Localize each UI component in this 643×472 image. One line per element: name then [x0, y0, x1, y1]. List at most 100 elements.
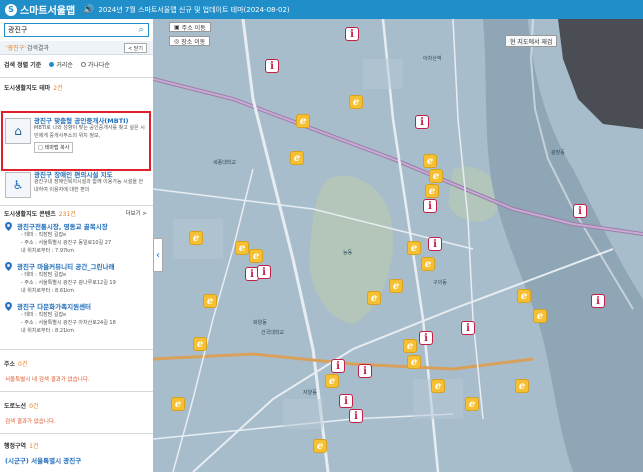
location-pin-icon — [5, 302, 12, 311]
edu-marker[interactable]: e — [431, 379, 445, 393]
edu-marker[interactable]: e — [407, 241, 421, 255]
map-label: 화양동 — [253, 320, 267, 326]
panel-toggle-button[interactable]: ‹ — [153, 238, 163, 272]
content-theme: - 테마 : 직장맘 길잡e — [21, 312, 67, 318]
info-marker[interactable]: i — [345, 27, 359, 41]
edu-marker[interactable]: e — [465, 397, 479, 411]
location-pin-icon — [5, 222, 12, 231]
info-marker[interactable]: i — [415, 115, 429, 129]
edu-marker[interactable]: e — [203, 294, 217, 308]
divider — [0, 205, 153, 206]
edu-marker[interactable]: e — [403, 339, 417, 353]
content-address: - 주소 : 서울특별시 광진구 광나루로12길 19 — [21, 280, 116, 286]
top-bar: S 스마트서울맵 🔊 2024년 7월 스마트서울맵 신규 및 업데이트 테마(… — [0, 0, 643, 19]
divider — [0, 349, 153, 350]
edu-marker[interactable]: e — [193, 337, 207, 351]
theme-description: 광진구내 장애인복지시설과 함께 이용가능 시설을 안내하여 이용자에 대한 편… — [34, 179, 144, 193]
edu-marker[interactable]: e — [421, 257, 435, 271]
notice-text[interactable]: 2024년 7월 스마트서울맵 신규 및 업데이트 테마(2024-08-02) — [98, 5, 289, 15]
map-label: 구의동 — [433, 280, 447, 286]
edu-marker[interactable]: e — [367, 291, 381, 305]
admin-section-label: 행정구역 — [4, 443, 27, 450]
edu-marker[interactable]: e — [349, 95, 363, 109]
road-section-title: 도로노선 0건 — [4, 401, 38, 410]
map-canvas[interactable]: ▣ 주소 이동 ◎ 장소 이동 아차산역 광장동 자양동 구의동 능동 화양동 … — [153, 19, 643, 472]
edu-marker[interactable]: e — [296, 114, 310, 128]
place-move-button[interactable]: ◎ 장소 이동 — [169, 36, 211, 46]
current-map-search-button[interactable]: 현 지도에서 재검 — [505, 35, 558, 47]
speaker-icon: 🔊 — [83, 4, 95, 15]
info-marker[interactable]: i — [573, 204, 587, 218]
info-marker[interactable]: i — [331, 359, 345, 373]
map-label: 세종대학교 — [213, 160, 237, 166]
content-title[interactable]: 광진구 다문화가족지원센터 — [17, 301, 91, 311]
theme-item[interactable]: ♿ 광진구 장애인 편의시설 지도 광진구내 장애인복지시설과 함께 이용가능 … — [5, 169, 150, 203]
content-address: - 주소 : 서울특별시 광진구 아차산로24길 18 — [21, 320, 116, 326]
address-move-button[interactable]: ▣ 주소 이동 — [169, 22, 211, 32]
list-item[interactable]: 광진구전통시장, 영동교 골목시장 - 테마 : 직장맘 길잡e - 주소 : … — [5, 221, 150, 261]
theme-description: MBTI로 나와 성향이 맞는 공인중개사를 찾고 싶은 시민에게 중개사무소의… — [34, 125, 145, 139]
edu-marker[interactable]: e — [171, 397, 185, 411]
edu-marker[interactable]: e — [389, 279, 403, 293]
road-empty-message: 검색 결과가 없습니다. — [5, 419, 56, 425]
content-title[interactable]: 광진구전통시장, 영동교 골목시장 — [17, 221, 108, 231]
list-item[interactable]: 광진구 다문화가족지원센터 - 테마 : 직장맘 길잡e - 주소 : 서울특별… — [5, 301, 150, 341]
admin-section-count: 1건 — [29, 443, 39, 450]
sort-label: 검색 정렬 기준 — [4, 62, 42, 69]
chevron-left-icon: ‹ — [156, 249, 160, 261]
list-item[interactable]: 광진구 마을커뮤니티 공간_그린나래 - 테마 : 직장맘 길잡e - 주소 :… — [5, 261, 150, 301]
info-marker[interactable]: i — [339, 394, 353, 408]
info-marker[interactable]: i — [423, 199, 437, 213]
edu-marker[interactable]: e — [325, 374, 339, 388]
map-base — [153, 19, 643, 472]
map-label: 능동 — [343, 250, 353, 256]
search-icon[interactable]: ⌕ — [134, 24, 148, 36]
info-marker[interactable]: i — [257, 265, 271, 279]
content-section-label: 도시생활지도 콘텐츠 — [4, 211, 56, 218]
info-marker[interactable]: i — [419, 331, 433, 345]
app-title: 스마트서울맵 — [20, 6, 76, 17]
info-marker[interactable]: i — [358, 364, 372, 378]
edu-marker[interactable]: e — [515, 379, 529, 393]
sort-distance-label: 거리순 — [56, 62, 73, 69]
app-logo[interactable]: S 스마트서울맵 — [0, 2, 75, 17]
theme-item[interactable]: ⌂ 광진구 맞춤형 공인중개사(MBTI) MBTI로 나와 성향이 맞는 공인… — [5, 115, 150, 169]
info-marker[interactable]: i — [428, 237, 442, 251]
edu-marker[interactable]: e — [189, 231, 203, 245]
collapse-button[interactable]: < 닫기 — [124, 43, 147, 53]
theme-section-title: 도시생활지도 테마 2건 — [4, 83, 63, 92]
location-pin-icon — [5, 262, 12, 271]
search-input[interactable] — [5, 26, 135, 34]
content-section-count: 231건 — [58, 211, 76, 218]
notice-banner[interactable]: 🔊 2024년 7월 스마트서울맵 신규 및 업데이트 테마(2024-08-0… — [83, 5, 289, 15]
address-section-count: 0건 — [18, 361, 28, 368]
content-theme: - 테마 : 직장맘 길잡e — [21, 232, 67, 238]
edu-marker[interactable]: e — [517, 289, 531, 303]
divider — [0, 391, 153, 392]
sort-alpha-radio[interactable]: 가나다순 — [80, 60, 110, 69]
copy-theme-map-button[interactable]: □ 테마맵 복사 — [34, 142, 74, 153]
edu-marker[interactable]: e — [533, 309, 547, 323]
edu-marker[interactable]: e — [290, 151, 304, 165]
info-marker[interactable]: i — [461, 321, 475, 335]
edu-marker[interactable]: e — [429, 169, 443, 183]
edu-marker[interactable]: e — [423, 154, 437, 168]
content-title[interactable]: 광진구 마을커뮤니티 공간_그린나래 — [17, 261, 114, 271]
edu-marker[interactable]: e — [235, 241, 249, 255]
sort-alpha-label: 가나다순 — [87, 62, 110, 69]
search-panel: ⌕ '광진구' 검색결과 < 닫기 검색 정렬 기준 거리순 가나다순 도시생활… — [0, 19, 154, 472]
edu-marker[interactable]: e — [407, 355, 421, 369]
admin-section-title: 행정구역 1건 — [4, 441, 38, 450]
road-section-count: 0건 — [29, 403, 39, 410]
edu-marker[interactable]: e — [249, 249, 263, 263]
edu-marker[interactable]: e — [425, 184, 439, 198]
radio-selected-icon — [49, 62, 55, 67]
address-move-label: 주소 이동 — [181, 24, 206, 32]
more-link[interactable]: 더보기 > — [125, 209, 147, 217]
info-marker[interactable]: i — [591, 294, 605, 308]
info-marker[interactable]: i — [349, 409, 363, 423]
edu-marker[interactable]: e — [313, 439, 327, 453]
admin-district-link[interactable]: (시군구) 서울특별시 광진구 — [5, 455, 81, 465]
sort-distance-radio[interactable]: 거리순 — [49, 60, 73, 69]
info-marker[interactable]: i — [265, 59, 279, 73]
